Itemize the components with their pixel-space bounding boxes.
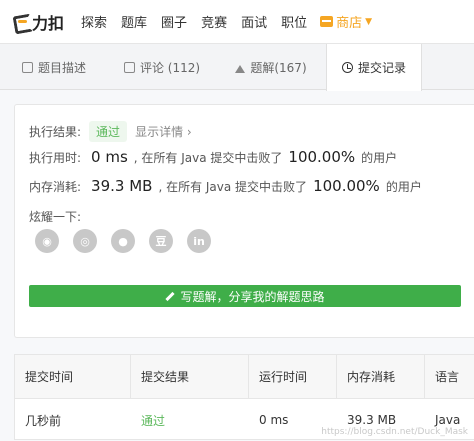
wechat-icon[interactable]: ◉ (35, 229, 59, 253)
nav-interview[interactable]: 面试 (241, 12, 267, 31)
clock-icon (341, 62, 353, 73)
logo[interactable]: 力扣 (12, 10, 64, 34)
chevron-right-icon: › (186, 125, 192, 139)
memory-row: 内存消耗: 39.3 MB , 在所有 Java 提交中击败了 100.00% … (29, 177, 422, 195)
runtime-row: 执行用时: 0 ms , 在所有 Java 提交中击败了 100.00% 的用户 (29, 148, 397, 166)
flask-icon (235, 62, 246, 73)
memory-suffix: 的用户 (385, 179, 422, 194)
detail-link-label: 显示详情 (135, 125, 184, 139)
top-navbar: 力扣 探索 题库 圈子 竞赛 面试 职位 商店 ▼ (0, 0, 474, 44)
tab-label: 题解(167) (250, 60, 307, 75)
tab-submissions[interactable]: 提交记录 (326, 44, 422, 91)
header-memory[interactable]: 内存消耗 (337, 355, 425, 398)
memory-percentile: 100.00% (313, 177, 380, 195)
result-status-row: 执行结果: 通过 显示详情 › (29, 121, 192, 142)
runtime-value: 0 ms (91, 148, 128, 166)
status-badge: 通过 (89, 121, 128, 142)
runtime-percentile: 100.00% (288, 148, 356, 166)
tab-label: 题目描述 (37, 60, 86, 75)
share-buttons: ◉ ◎ ● 豆 in (35, 229, 225, 253)
tab-comments[interactable]: 评论 (112) (108, 44, 216, 90)
qq-icon[interactable]: ● (111, 229, 135, 253)
weibo-icon[interactable]: ◎ (73, 229, 97, 253)
runtime-desc: , 在所有 Java 提交中击败了 (133, 150, 283, 165)
store-icon (320, 16, 334, 27)
watermark: https://blog.csdn.net/Duck_Mask (321, 427, 468, 437)
submissions-table: 提交时间 提交结果 运行时间 内存消耗 语言 几秒前 通过 0 ms 39.3 … (14, 354, 474, 440)
leetcode-logo-icon (12, 13, 30, 31)
nav-contest[interactable]: 竞赛 (201, 12, 227, 31)
share-row: 炫耀一下: (29, 208, 81, 225)
logo-text: 力扣 (32, 13, 65, 33)
chevron-down-icon: ▼ (365, 16, 373, 27)
tab-description[interactable]: 题目描述 (0, 44, 108, 90)
nav-circle[interactable]: 圈子 (161, 12, 187, 31)
header-runtime[interactable]: 运行时间 (249, 355, 337, 398)
linkedin-icon[interactable]: in (187, 229, 211, 253)
comment-icon (123, 61, 135, 73)
status-label: 执行结果: (29, 125, 82, 139)
douban-icon[interactable]: 豆 (149, 229, 173, 253)
runtime-label: 执行用时: (29, 150, 82, 165)
write-solution-button[interactable]: 写题解，分享我的解题思路 (29, 285, 461, 307)
write-solution-label: 写题解，分享我的解题思路 (180, 289, 325, 304)
store-label: 商店 (336, 16, 363, 31)
memory-value: 39.3 MB (91, 177, 153, 195)
tab-label: 提交记录 (357, 61, 406, 75)
runtime-suffix: 的用户 (361, 150, 398, 165)
nav-problems[interactable]: 题库 (121, 12, 147, 31)
show-details-link[interactable]: 显示详情 › (135, 123, 192, 140)
nav-store[interactable]: 商店 ▼ (320, 12, 372, 31)
submission-result-card: 执行结果: 通过 显示详情 › 执行用时: 0 ms , 在所有 Java 提交… (14, 104, 474, 338)
cell-submit-time: 几秒前 (25, 413, 62, 428)
pencil-icon (165, 291, 176, 301)
tab-label: 评论 (112) (139, 60, 201, 75)
header-submit-result[interactable]: 提交结果 (131, 355, 249, 398)
header-submit-time[interactable]: 提交时间 (15, 355, 131, 398)
header-language[interactable]: 语言 (425, 355, 474, 398)
tab-solutions[interactable]: 题解(167) (216, 44, 326, 90)
memory-label: 内存消耗: (29, 179, 82, 194)
nav-explore[interactable]: 探索 (81, 12, 107, 31)
table-header: 提交时间 提交结果 运行时间 内存消耗 语言 (15, 355, 474, 399)
cell-submit-result[interactable]: 通过 (131, 399, 249, 441)
nav-jobs[interactable]: 职位 (281, 12, 307, 31)
share-label: 炫耀一下: (29, 210, 82, 224)
document-icon (21, 61, 33, 73)
memory-desc: , 在所有 Java 提交中击败了 (158, 179, 308, 194)
problem-tabs: 题目描述 评论 (112) 题解(167) 提交记录 (0, 44, 474, 91)
main-nav: 探索 题库 圈子 竞赛 面试 职位 商店 ▼ (74, 12, 372, 31)
